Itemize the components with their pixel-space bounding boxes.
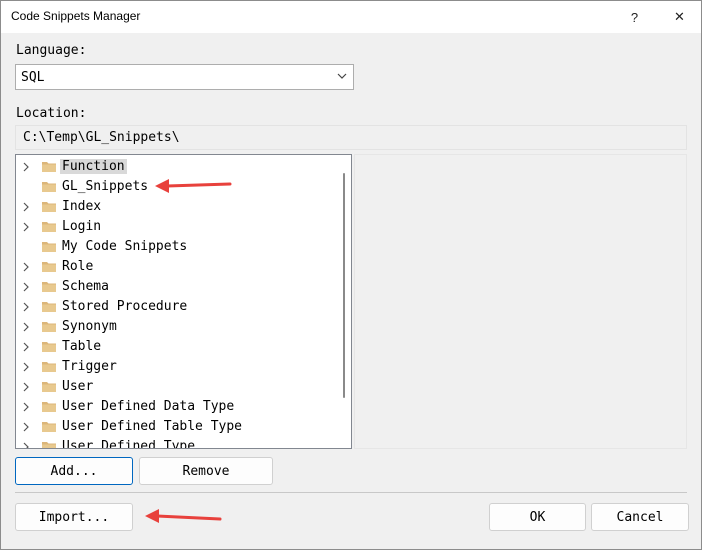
tree-item[interactable]: Stored Procedure — [16, 297, 336, 317]
chevron-right-icon[interactable] — [22, 202, 31, 212]
tree-item-label: User — [62, 379, 94, 394]
tree-item-label: Schema — [62, 279, 109, 294]
folder-icon — [42, 402, 56, 412]
tree-item-label: My Code Snippets — [62, 239, 188, 254]
chevron-right-icon[interactable] — [22, 402, 31, 412]
folder-icon — [42, 442, 56, 448]
import-button[interactable]: Import... — [15, 503, 133, 531]
chevron-right-icon[interactable] — [22, 302, 31, 312]
tree-item[interactable]: User — [16, 377, 336, 397]
folder-icon — [42, 202, 56, 212]
folder-icon — [42, 222, 56, 232]
ok-button[interactable]: OK — [489, 503, 586, 531]
location-label: Location: — [16, 106, 87, 121]
tree-item[interactable]: Schema — [16, 277, 336, 297]
folder-icon — [42, 362, 56, 372]
chevron-right-icon[interactable] — [22, 342, 31, 352]
add-button[interactable]: Add... — [15, 457, 133, 485]
tree-item-label: Synonym — [62, 319, 117, 334]
language-label: Language: — [16, 43, 87, 58]
window-title: Code Snippets Manager — [11, 9, 141, 23]
chevron-right-icon[interactable] — [22, 282, 31, 292]
annotation-arrow-icon — [155, 179, 232, 193]
folder-icon — [42, 422, 56, 432]
scrollbar-thumb[interactable] — [343, 173, 345, 398]
tree-item-label: User Defined Data Type — [62, 399, 235, 414]
tree-item[interactable]: Trigger — [16, 357, 336, 377]
tree-item-label: GL_Snippets — [62, 179, 149, 194]
tree-item[interactable]: Table — [16, 337, 336, 357]
tree-item[interactable]: User Defined Table Type — [16, 417, 336, 437]
tree-item-label: Function — [60, 159, 127, 174]
chevron-down-icon — [337, 73, 347, 79]
tree-item-label: User Defined Type — [62, 439, 196, 449]
tree-item[interactable]: Synonym — [16, 317, 336, 337]
folder-icon — [42, 262, 56, 272]
language-dropdown[interactable]: SQL — [15, 64, 354, 90]
tree-item[interactable]: Function — [16, 157, 336, 177]
chevron-right-icon[interactable] — [22, 382, 31, 392]
tree-item[interactable]: User Defined Data Type — [16, 397, 336, 417]
code-snippets-manager-dialog: Code Snippets Manager ? ✕ Language: SQL … — [0, 0, 702, 550]
separator — [15, 492, 687, 493]
tree-item[interactable]: Role — [16, 257, 336, 277]
help-button[interactable]: ? — [612, 1, 657, 33]
tree-scrollbar[interactable] — [336, 155, 351, 448]
location-path: C:\Temp\GL_Snippets\ — [23, 130, 180, 145]
close-button[interactable]: ✕ — [657, 1, 702, 33]
tree-item[interactable]: Index — [16, 197, 336, 217]
chevron-right-icon[interactable] — [22, 222, 31, 232]
location-field[interactable]: C:\Temp\GL_Snippets\ — [15, 125, 687, 150]
tree-item-label: User Defined Table Type — [62, 419, 243, 434]
folder-icon — [42, 302, 56, 312]
folder-icon — [42, 322, 56, 332]
folder-icon — [42, 182, 56, 192]
snippet-description-pane — [354, 154, 687, 449]
tree-item-label: Stored Procedure — [62, 299, 188, 314]
tree-item-label: Index — [62, 199, 102, 214]
tree-item-label: Role — [62, 259, 94, 274]
chevron-right-icon[interactable] — [22, 322, 31, 332]
tree-item[interactable]: My Code Snippets — [16, 237, 336, 257]
cancel-button[interactable]: Cancel — [591, 503, 689, 531]
folder-icon — [42, 282, 56, 292]
folder-icon — [42, 342, 56, 352]
remove-button[interactable]: Remove — [139, 457, 273, 485]
tree-item-label: Login — [62, 219, 102, 234]
tree-item[interactable]: User Defined Type — [16, 437, 336, 449]
tree-item-label: Trigger — [62, 359, 117, 374]
folder-icon — [42, 242, 56, 252]
annotation-arrow-icon — [145, 509, 222, 523]
title-bar: Code Snippets Manager ? ✕ — [1, 1, 701, 33]
chevron-right-icon[interactable] — [22, 422, 31, 432]
folder-icon — [42, 162, 56, 172]
chevron-right-icon[interactable] — [22, 162, 31, 172]
snippet-folder-tree[interactable]: Function GL_Snippets Index Login My Code Sni… — [15, 154, 352, 449]
chevron-right-icon[interactable] — [22, 362, 31, 372]
tree-item[interactable]: Login — [16, 217, 336, 237]
tree-item-label: Table — [62, 339, 102, 354]
language-selected-value: SQL — [21, 70, 45, 85]
chevron-right-icon[interactable] — [22, 442, 31, 449]
folder-icon — [42, 382, 56, 392]
chevron-right-icon[interactable] — [22, 262, 31, 272]
